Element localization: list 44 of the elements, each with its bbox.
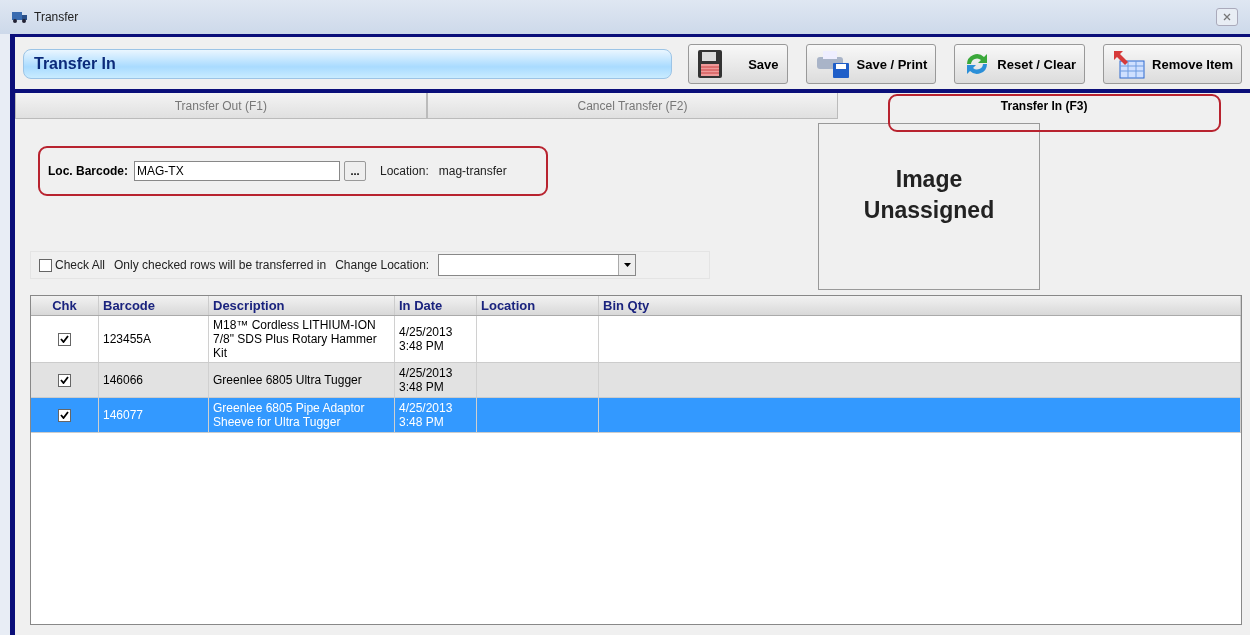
page-title: Transfer In [34, 55, 116, 73]
tab[interactable]: Cancel Transfer (F2) [426, 93, 839, 119]
location-dropdown[interactable] [438, 254, 637, 276]
column-header[interactable]: Chk [31, 296, 99, 315]
toolbar-button[interactable]: Save / Print [805, 44, 937, 84]
table-cell: 146077 [103, 408, 144, 422]
table-cell: 146066 [103, 373, 144, 387]
column-header[interactable]: Barcode [99, 296, 209, 315]
table-cell: Greenlee 6805 Ultra Tugger [213, 373, 362, 387]
close-button[interactable] [1216, 8, 1238, 26]
table-row[interactable]: 146066 Greenlee 6805 Ultra Tugger 4/25/2013 3:48 PM [31, 363, 1241, 398]
tab[interactable]: Transfer Out (F1) [15, 93, 427, 119]
table-cell-text: 4/25/2013 3:48 PM [399, 401, 454, 429]
toolbar-button[interactable]: Remove Item [1103, 44, 1242, 84]
browse-button[interactable]: ... [344, 161, 366, 181]
column-header[interactable]: Bin Qty [599, 296, 1241, 315]
column-header[interactable]: In Date [395, 296, 477, 315]
window-title: Transfer [34, 10, 79, 24]
location-label: Location: [380, 164, 429, 178]
column-header[interactable]: Location [477, 296, 599, 315]
table-arrow-icon [1112, 49, 1147, 79]
toolbar-button[interactable]: Save [687, 44, 788, 84]
note-text: Only checked rows will be transferred in [114, 258, 327, 272]
field-label: Loc. Barcode: [48, 164, 128, 178]
table-cell-text: 4/25/2013 3:48 PM [399, 366, 454, 394]
table-cell-text: 4/25/2013 3:48 PM [399, 325, 454, 353]
truck-icon [12, 11, 28, 23]
location-value: mag-transfer [438, 164, 507, 178]
change-location-label: Change Location: [335, 258, 430, 272]
check-all-label: Check All [55, 258, 106, 272]
row-checkbox[interactable] [58, 408, 71, 422]
table-cell-text: Greenlee 6805 Pipe Adaptor Sheeve for Ultra Tugger [213, 401, 366, 429]
close-icon [1223, 13, 1231, 21]
image-placeholder-text: Image Unassigned [862, 165, 996, 226]
table-cell-text: M18™ Cordless LITHIUM-ION 7/8" SDS Plus Rotary Hammer Kit [213, 318, 378, 360]
column-header[interactable]: Description [209, 296, 395, 315]
table-cell: 123455A [103, 332, 152, 346]
printer-icon [814, 49, 851, 79]
barcode-field[interactable]: MAG-TX [134, 161, 340, 181]
row-checkbox[interactable] [58, 373, 71, 387]
toolbar-button[interactable]: Reset / Clear [954, 44, 1086, 84]
check-all-checkbox[interactable] [39, 258, 52, 272]
dropdown-arrow-icon [623, 263, 631, 267]
row-checkbox[interactable] [58, 332, 71, 346]
